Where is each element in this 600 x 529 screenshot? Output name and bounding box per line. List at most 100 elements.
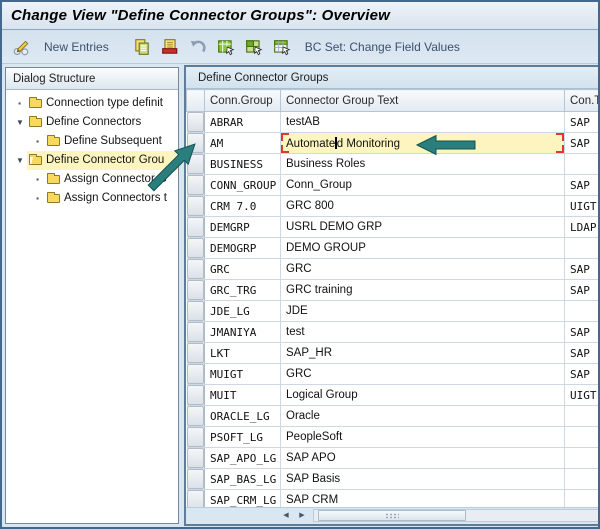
conn-group-cell[interactable]: SAP_BAS_LG	[204, 468, 281, 490]
scroll-left-button[interactable]: ◀	[278, 509, 294, 523]
table-row[interactable]: PSOFT_LG PeopleSoft	[186, 426, 598, 448]
row-selector-button[interactable]	[186, 238, 204, 258]
table-row[interactable]: AM Automate d Monitoring SAP	[186, 132, 598, 154]
row-selector-button[interactable]	[186, 154, 204, 174]
group-text-cell[interactable]: SAP APO	[280, 447, 565, 469]
table-row[interactable]: ABRAR testAB SAP	[186, 111, 598, 133]
tree-item[interactable]: · Assign Connector G	[6, 170, 178, 189]
conn-group-cell[interactable]: MUIT	[204, 384, 281, 406]
select-all-button[interactable]	[215, 37, 237, 57]
group-text-cell[interactable]: Conn_Group	[280, 174, 565, 196]
conn-type-cell[interactable]: LDAP	[564, 216, 598, 238]
conn-group-cell[interactable]: AM	[204, 132, 281, 154]
table-row[interactable]: GRC_TRG GRC training SAP	[186, 279, 598, 301]
row-selector-cell[interactable]	[186, 468, 205, 490]
column-header-group-text[interactable]: Connector Group Text	[280, 89, 565, 112]
conn-type-cell[interactable]	[564, 426, 598, 448]
bc-set-button[interactable]: BC Set: Change Field Values	[299, 40, 466, 54]
scrollbar-track[interactable]	[313, 509, 598, 522]
conn-group-cell[interactable]: GRC	[204, 258, 281, 280]
group-text-cell[interactable]: GRC 800	[280, 195, 565, 217]
row-selector-button[interactable]	[186, 217, 204, 237]
group-text-cell[interactable]: JDE	[280, 300, 565, 322]
column-header-conn-group[interactable]: Conn.Group	[204, 89, 281, 112]
conn-group-cell[interactable]: JMANIYA	[204, 321, 281, 343]
row-selector-cell[interactable]	[186, 363, 205, 385]
table-row[interactable]: CONN_GROUP Conn_Group SAP	[186, 174, 598, 196]
conn-type-cell[interactable]: SAP	[564, 321, 598, 343]
conn-type-cell[interactable]: SAP	[564, 258, 598, 280]
conn-group-cell[interactable]: SAP_APO_LG	[204, 447, 281, 469]
table-row[interactable]: DEMOGRP DEMO GROUP	[186, 237, 598, 259]
row-selector-cell[interactable]	[186, 426, 205, 448]
conn-type-cell[interactable]: SAP	[564, 174, 598, 196]
table-row[interactable]: ORACLE_LG Oracle	[186, 405, 598, 427]
row-selector-button[interactable]	[186, 301, 204, 321]
row-selector-button[interactable]	[186, 133, 204, 153]
table-row[interactable]: MUIGT GRC SAP	[186, 363, 598, 385]
row-selector-cell[interactable]	[186, 216, 205, 238]
group-text-cell[interactable]: Logical Group	[280, 384, 565, 406]
conn-group-cell[interactable]: PSOFT_LG	[204, 426, 281, 448]
conn-type-cell[interactable]: UIGT	[564, 384, 598, 406]
row-selector-cell[interactable]	[186, 195, 205, 217]
conn-type-cell[interactable]	[564, 153, 598, 175]
row-selector-cell[interactable]	[186, 237, 205, 259]
group-text-cell[interactable]: USRL DEMO GRP	[280, 216, 565, 238]
tree-item[interactable]: · Assign Connectors t	[6, 189, 178, 208]
row-selector-button[interactable]	[186, 112, 204, 132]
conn-group-cell[interactable]: ABRAR	[204, 111, 281, 133]
row-selector-cell[interactable]	[186, 174, 205, 196]
deselect-all-button[interactable]	[271, 37, 293, 57]
conn-group-cell[interactable]: BUSINESS	[204, 153, 281, 175]
conn-type-cell[interactable]	[564, 447, 598, 469]
column-header-con-type[interactable]: Con.Typ	[564, 89, 598, 112]
group-text-cell[interactable]: DEMO GROUP	[280, 237, 565, 259]
conn-type-cell[interactable]: SAP	[564, 279, 598, 301]
conn-group-cell[interactable]: ORACLE_LG	[204, 405, 281, 427]
row-selector-button[interactable]	[186, 469, 204, 489]
row-selector-button[interactable]	[186, 196, 204, 216]
conn-group-cell[interactable]: DEMGRP	[204, 216, 281, 238]
table-row[interactable]: BUSINESS Business Roles	[186, 153, 598, 175]
row-selector-cell[interactable]	[186, 279, 205, 301]
row-selector-button[interactable]	[186, 280, 204, 300]
conn-group-cell[interactable]: GRC_TRG	[204, 279, 281, 301]
row-selector-button[interactable]	[186, 322, 204, 342]
table-row[interactable]: GRC GRC SAP	[186, 258, 598, 280]
tree-item[interactable]: ▼ Define Connector Grou	[6, 151, 178, 170]
collapse-triangle-icon[interactable]: ▼	[14, 113, 26, 132]
row-selector-button[interactable]	[186, 364, 204, 384]
select-block-button[interactable]	[243, 37, 265, 57]
conn-type-cell[interactable]: UIGT	[564, 195, 598, 217]
row-selector-cell[interactable]	[186, 111, 205, 133]
group-text-cell[interactable]: testAB	[280, 111, 565, 133]
group-text-cell[interactable]: GRC training	[280, 279, 565, 301]
group-text-cell[interactable]: SAP Basis	[280, 468, 565, 490]
table-row[interactable]: SAP_APO_LG SAP APO	[186, 447, 598, 469]
row-selector-button[interactable]	[186, 406, 204, 426]
row-selector-cell[interactable]	[186, 321, 205, 343]
scrollbar-thumb[interactable]	[318, 510, 466, 521]
group-text-cell[interactable]: GRC	[280, 363, 565, 385]
row-selector-cell[interactable]	[186, 384, 205, 406]
table-row[interactable]: JDE_LG JDE	[186, 300, 598, 322]
conn-type-cell[interactable]	[564, 405, 598, 427]
row-selector-cell[interactable]	[186, 258, 205, 280]
tree-item[interactable]: · Define Subsequent	[6, 132, 178, 151]
new-entries-button[interactable]: New Entries	[38, 40, 115, 54]
conn-group-cell[interactable]: DEMOGRP	[204, 237, 281, 259]
scroll-right-button[interactable]: ▶	[294, 509, 310, 523]
row-selector-cell[interactable]	[186, 447, 205, 469]
row-selector-button[interactable]	[186, 385, 204, 405]
conn-group-cell[interactable]: JDE_LG	[204, 300, 281, 322]
conn-type-cell[interactable]: SAP	[564, 363, 598, 385]
row-selector-cell[interactable]	[186, 342, 205, 364]
row-selector-cell[interactable]	[186, 300, 205, 322]
collapse-triangle-icon[interactable]: ▼	[14, 151, 26, 170]
conn-group-cell[interactable]: LKT	[204, 342, 281, 364]
row-selector-button[interactable]	[186, 427, 204, 447]
group-text-cell[interactable]: test	[280, 321, 565, 343]
row-selector-button[interactable]	[186, 448, 204, 468]
conn-type-cell[interactable]: SAP	[564, 111, 598, 133]
